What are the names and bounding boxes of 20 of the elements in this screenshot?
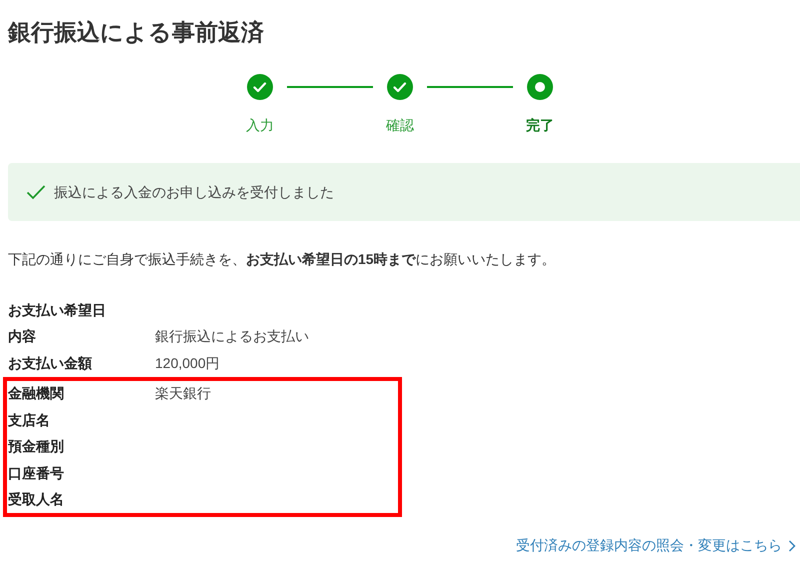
chevron-right-icon	[788, 540, 796, 552]
detail-label: 預金種別	[8, 437, 65, 456]
detail-label: お支払い希望日	[8, 300, 107, 320]
detail-label: 口座番号	[8, 464, 65, 483]
instruction-text: 下記の通りにご自身で振込手続きを、お支払い希望日の15時までにお願いいたします。	[8, 250, 557, 269]
detail-label: 内容	[8, 327, 37, 346]
detail-value: 銀行振込によるお支払い	[155, 327, 309, 346]
page-title: 銀行振込による事前返済	[8, 18, 265, 47]
detail-label: 支店名	[8, 410, 51, 430]
step-label: 完了	[526, 116, 554, 135]
detail-label: お支払い金額	[8, 354, 93, 373]
detail-value: 楽天銀行	[155, 384, 211, 404]
detail-value: 120,000円	[155, 354, 220, 373]
inquiry-link[interactable]: 受付済みの登録内容の照会・変更はこちら	[516, 535, 796, 556]
detail-label: 金融機関	[8, 384, 65, 404]
step-label: 入力	[246, 116, 274, 135]
step-label: 確認	[386, 116, 414, 135]
check-icon	[26, 184, 46, 200]
success-message: 振込による入金のお申し込みを受付しました	[54, 182, 334, 202]
detail-label: 受取人名	[8, 490, 65, 510]
